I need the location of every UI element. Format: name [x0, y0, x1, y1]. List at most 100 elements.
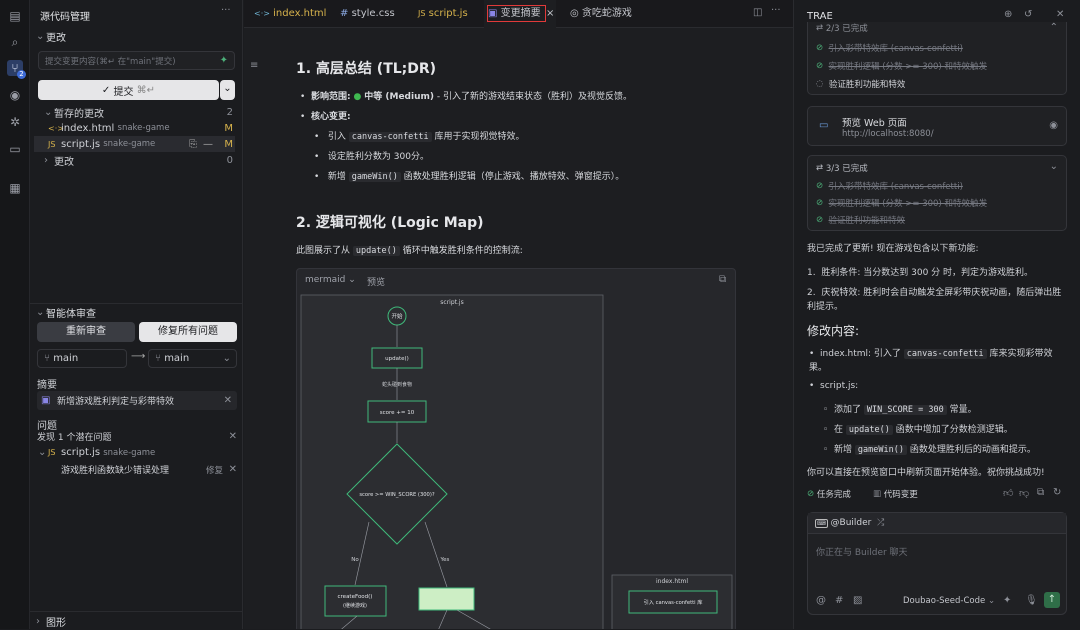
more-icon[interactable]: ···	[221, 5, 231, 16]
css-file-icon: #	[340, 8, 349, 19]
source-control-icon[interactable]: ⑂ 2	[7, 60, 26, 79]
new-chat-icon[interactable]: ⊕	[1004, 9, 1012, 20]
preview-icon[interactable]: ◉	[7, 87, 23, 103]
group-label: script.js	[440, 299, 463, 306]
unstaged-changes-section[interactable]: › 更改 0	[44, 152, 235, 168]
rereview-button[interactable]: 重新审查	[37, 322, 135, 342]
tab-style-css[interactable]: # style.css	[330, 0, 408, 28]
retry-icon[interactable]: ↻	[1053, 487, 1061, 498]
mod-sub-item: ◦ 新增 gameWin() 函数处理胜利后的动画和提示。	[823, 445, 1036, 455]
summary-label: 摘要	[37, 380, 57, 391]
panel-title: 源代码管理	[40, 12, 90, 23]
tab-script-js[interactable]: JS script.js	[408, 0, 484, 28]
hash-icon[interactable]: #	[835, 595, 843, 606]
fix-all-button[interactable]: 修复所有问题	[139, 322, 237, 342]
thumbs-down-icon[interactable]: 👎︎	[1019, 487, 1029, 499]
mermaid-tab[interactable]: mermaid ⌄	[305, 275, 356, 285]
chevron-down-icon: ⌄	[348, 275, 356, 285]
model-select[interactable]: Doubao-Seed-Code ⌄	[903, 596, 995, 606]
feature-item: 2. 庆祝特效: 胜利时会自动触发全屏彩带庆祝动画，随后弹出胜利提示。	[807, 288, 1062, 312]
commit-message-input[interactable]: 提交变更内容(⌘↵ 在"main"提交) ✦	[38, 51, 235, 70]
chat-input-box[interactable]: ⌨ @Builder ⤮ 你正在与 Builder 聊天 @ # ▨ Douba…	[807, 512, 1067, 615]
count: 2	[226, 106, 233, 118]
extensions-icon[interactable]: ▦	[7, 180, 23, 196]
browser-icon: ▭	[819, 120, 829, 131]
branch-from-select[interactable]: ⑂ main	[37, 349, 127, 368]
fix-issue-button[interactable]: 修复	[206, 464, 223, 476]
mic-icon[interactable]: 🎙︎	[1025, 595, 1038, 606]
chat-placeholder: 你正在与 Builder 聊天	[816, 548, 908, 558]
check-circle-icon: ⊘	[807, 489, 817, 499]
editor-area: <·> index.html # style.css JS script.js …	[244, 0, 793, 629]
copy-icon[interactable]: ⧉	[1037, 487, 1044, 498]
eye-icon[interactable]: ◉	[1049, 120, 1058, 131]
summary-item[interactable]: ▣ 新增游戏胜利判定与彩带特效 ✕	[37, 391, 237, 410]
branch-to-select[interactable]: ⑂ main ⌄	[148, 349, 237, 368]
inline-code: update()	[845, 425, 893, 435]
task-item: ⊘ 验证胜利功能和特效	[816, 214, 905, 226]
close-icon[interactable]: ✕	[224, 395, 232, 406]
dismiss-all-icon[interactable]: ✕	[229, 431, 237, 442]
expand-icon[interactable]: ⌄	[1050, 161, 1058, 172]
outline-icon[interactable]: ≡	[250, 60, 258, 71]
agent-review-section[interactable]: ⌄ 智能体审查	[36, 303, 96, 321]
mention-icon[interactable]: @	[816, 595, 826, 606]
tab-change-summary[interactable]: ▣ 变更摘要 ×	[484, 0, 556, 28]
tab-label: index.html	[273, 8, 327, 19]
graph-section[interactable]: › 图形	[36, 612, 66, 630]
flowchart-diagram: script.js 开始 update() 蛇头碰到食物 score += 10…	[300, 294, 733, 629]
issue-file[interactable]: ⌄ JS script.js snake-game	[38, 447, 237, 458]
tab-index-html[interactable]: <·> index.html	[244, 0, 330, 28]
search-icon[interactable]: ⌕	[7, 34, 23, 50]
more-icon[interactable]: ···	[771, 5, 781, 16]
file-name: index.html	[61, 122, 115, 134]
impact-level: 中等 (Medium)	[364, 92, 434, 102]
preview-card[interactable]: ▭ 预览 Web 页面 http://localhost:8080/ ◉	[807, 106, 1067, 146]
agent-selector[interactable]: ⌨ @Builder ⤮	[808, 513, 1066, 534]
close-icon[interactable]: ✕	[1056, 9, 1064, 20]
staged-changes-section[interactable]: ⌄ 暂存的更改 2	[44, 104, 235, 120]
sparkle-icon[interactable]: ✦	[220, 55, 228, 66]
script-group	[300, 294, 604, 629]
task-done-status: ⊘ 任务完成	[807, 488, 851, 500]
close-tab-icon[interactable]: ×	[546, 0, 554, 28]
copy-icon[interactable]: ⧉	[719, 274, 726, 285]
history-icon[interactable]: ↺	[1024, 9, 1032, 20]
tab-snake-game[interactable]: ◎ 贪吃蛇游戏	[560, 0, 650, 28]
unstage-icon[interactable]: —	[203, 139, 213, 150]
check-circle-icon: ⊘	[816, 43, 829, 53]
arrow-right-icon: ⟶	[131, 351, 146, 362]
open-file-icon[interactable]: ⎘	[189, 139, 197, 150]
changes-section[interactable]: ⌄ 更改	[36, 27, 66, 45]
commit-shortcut: ⌘↵	[136, 84, 156, 96]
file-item[interactable]: JS script.js snake-game ⎘ — M	[34, 136, 235, 152]
image-icon[interactable]: ▨	[853, 595, 862, 606]
section-label: 暂存的更改	[54, 108, 104, 120]
commit-dropdown-button[interactable]: ⌄	[220, 80, 235, 100]
check-circle-icon: ⊘	[816, 61, 829, 71]
close-icon[interactable]: ✕	[229, 464, 237, 475]
send-button[interactable]: ↑	[1044, 592, 1060, 608]
issue-item[interactable]: 游戏胜利函数缺少错误处理 修复 ✕	[61, 463, 237, 476]
branch-icon: ⑂	[155, 353, 165, 364]
agent-switch-icon[interactable]: ⤮	[877, 518, 884, 528]
remote-icon[interactable]: ▭	[7, 141, 23, 157]
commit-button[interactable]: ✓ 提交 ⌘↵	[38, 80, 219, 100]
mod-sub-item: ◦ 在 update() 函数中增加了分数检测逻辑。	[823, 425, 1013, 435]
split-editor-icon[interactable]: ◫	[753, 7, 762, 18]
sparkle-icon[interactable]: ✦	[1003, 595, 1011, 606]
create-food-label: createFood()	[338, 594, 373, 600]
task-text: 实现胜利逻辑 (分数 >= 300) 和特效触发	[828, 199, 987, 209]
collapse-icon[interactable]: ⌃	[1050, 22, 1058, 33]
thumbs-up-icon[interactable]: 👍︎	[1003, 487, 1013, 499]
code-changes-link[interactable]: ▥ 代码变更	[873, 488, 918, 500]
score-label: score += 10	[380, 410, 415, 416]
files-icon[interactable]: ▤	[7, 8, 23, 24]
debug-icon[interactable]: ✲	[7, 114, 23, 130]
start-label: 开始	[391, 312, 403, 320]
core-label: 核心变更:	[311, 112, 351, 122]
file-item[interactable]: <·> index.html snake-game M	[48, 120, 235, 136]
heading-logic-map: 2. 逻辑可视化 (Logic Map)	[296, 215, 484, 231]
preview-tab[interactable]: 预览	[367, 275, 385, 288]
mod-sub-item: ◦ 添加了 WIN_SCORE = 300 常量。	[823, 405, 977, 415]
